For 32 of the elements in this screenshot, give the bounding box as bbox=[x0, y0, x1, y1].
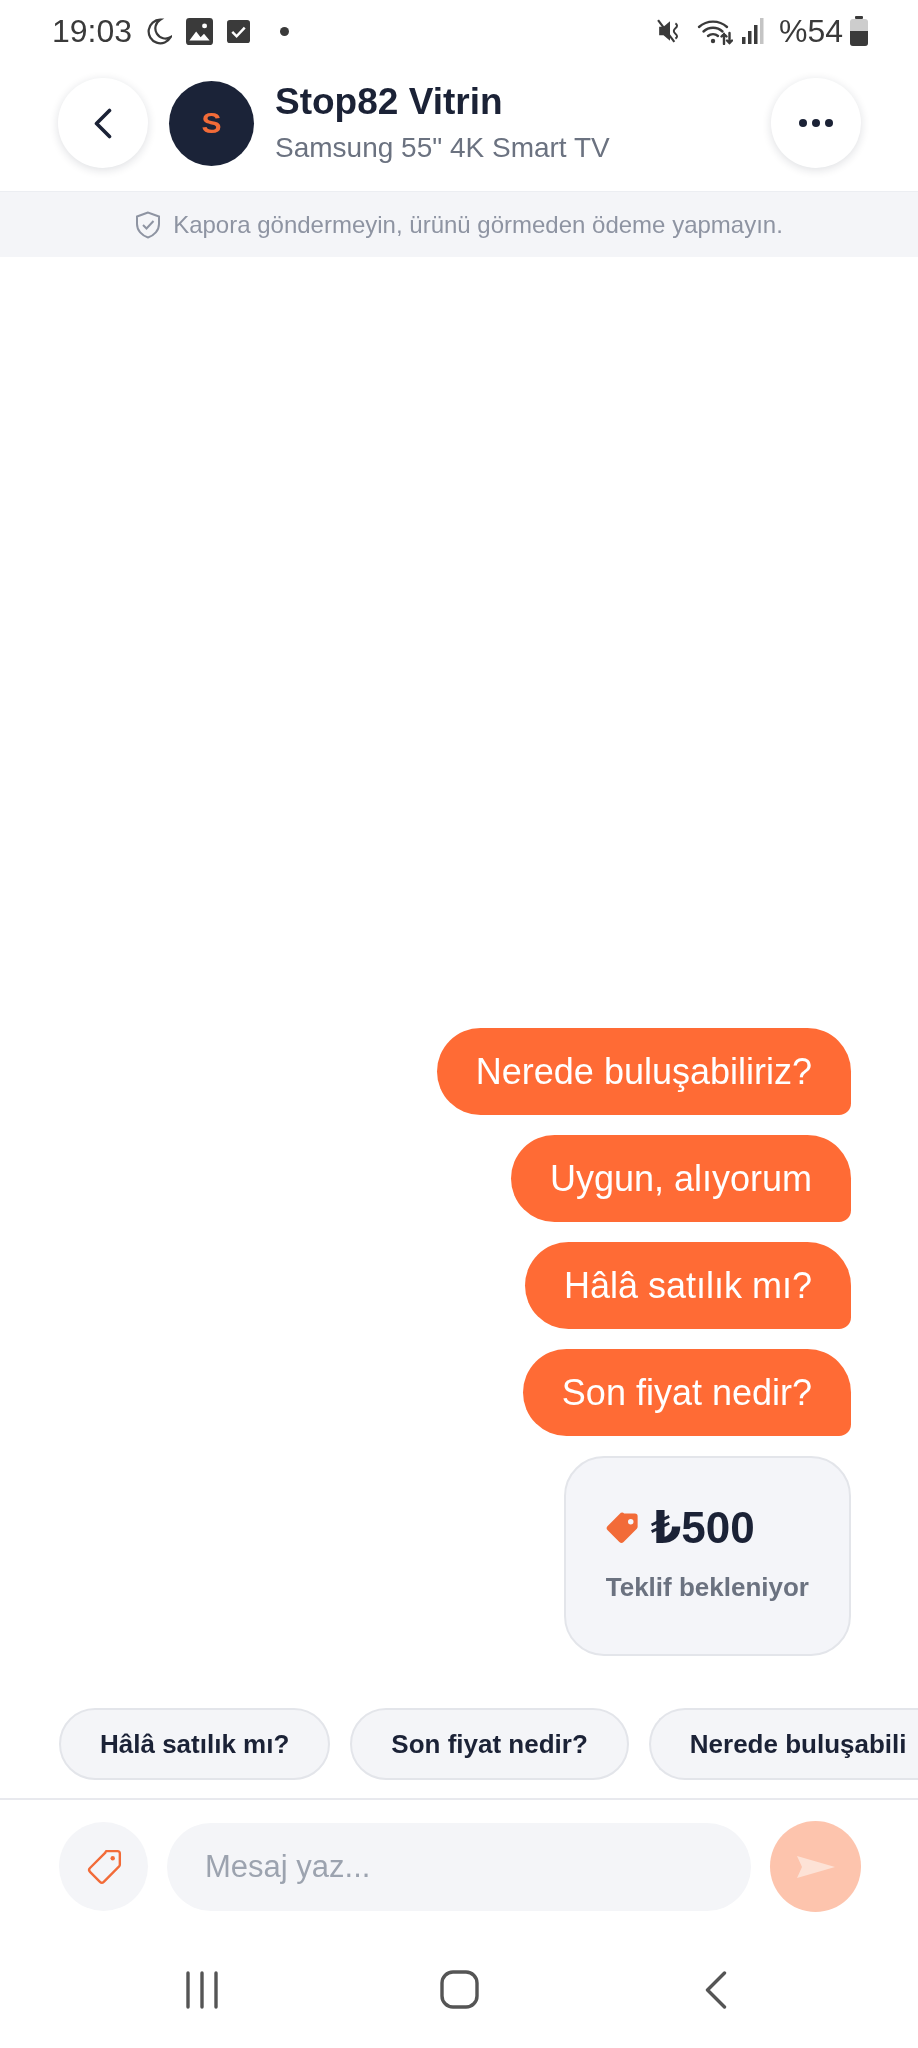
offer-price: ₺500 bbox=[650, 1506, 755, 1550]
message-bubble: Nerede buluşabiliriz? bbox=[436, 1028, 851, 1115]
moon-icon bbox=[146, 17, 173, 45]
message-bubble: Uygun, alıyorum bbox=[510, 1135, 851, 1222]
back-icon[interactable] bbox=[705, 1970, 727, 2009]
tag-icon bbox=[605, 1511, 639, 1545]
dot-icon bbox=[280, 26, 290, 36]
recents-icon[interactable] bbox=[185, 1970, 219, 2009]
chevron-left-icon bbox=[94, 107, 112, 139]
wifi-icon bbox=[696, 17, 733, 45]
checkbox-icon bbox=[227, 19, 251, 43]
message-bubble: Hâlâ satılık mı? bbox=[524, 1242, 851, 1329]
message-input[interactable]: Mesaj yaz... bbox=[167, 1822, 751, 1911]
notice-text: Kapora göndermeyin, ürünü görmeden ödeme yapmayın. bbox=[173, 210, 783, 239]
more-button[interactable] bbox=[771, 78, 861, 168]
avatar: S bbox=[169, 80, 254, 166]
quick-reply-chip[interactable]: Son fiyat nedir? bbox=[350, 1708, 629, 1780]
quick-reply-chip[interactable]: Hâlâ satılık mı? bbox=[59, 1708, 331, 1780]
message-bubble: Son fiyat nedir? bbox=[522, 1349, 851, 1436]
battery-icon bbox=[850, 16, 868, 46]
quick-reply-chip[interactable]: Nerede buluşabili bbox=[648, 1708, 918, 1780]
home-icon[interactable] bbox=[439, 1970, 479, 2009]
image-icon bbox=[186, 17, 214, 45]
offer-status: Teklif bekleniyor bbox=[605, 1572, 809, 1602]
chat-title: Stop82 Vitrin bbox=[275, 82, 504, 122]
three-dots-icon bbox=[799, 119, 833, 127]
battery-percent: %54 bbox=[778, 15, 843, 47]
status-time: 19:03 bbox=[52, 15, 133, 47]
send-icon bbox=[795, 1854, 836, 1879]
signal-icon bbox=[741, 18, 764, 44]
shield-check-icon bbox=[135, 210, 162, 239]
listing-subtitle: Samsung 55" 4K Smart TV bbox=[275, 132, 610, 164]
